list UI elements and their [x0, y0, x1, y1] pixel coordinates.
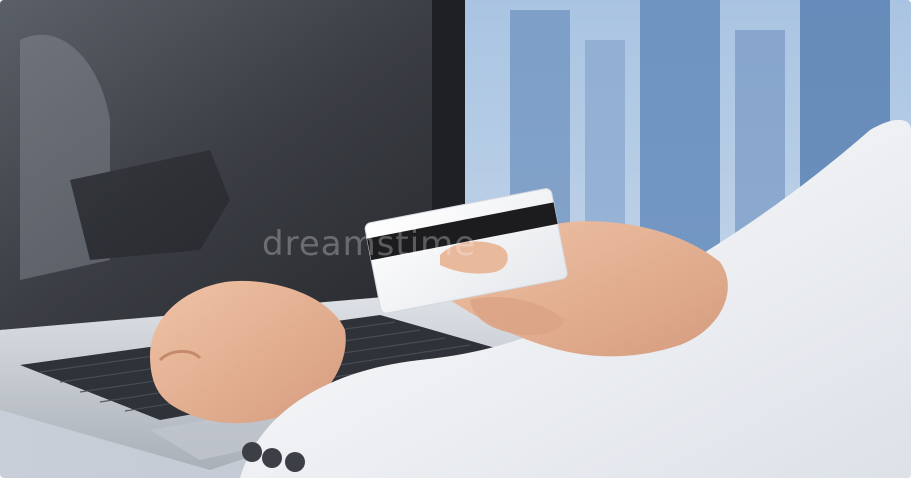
photo-frame: dreamstime [0, 0, 911, 478]
photo-illustration [0, 0, 911, 478]
